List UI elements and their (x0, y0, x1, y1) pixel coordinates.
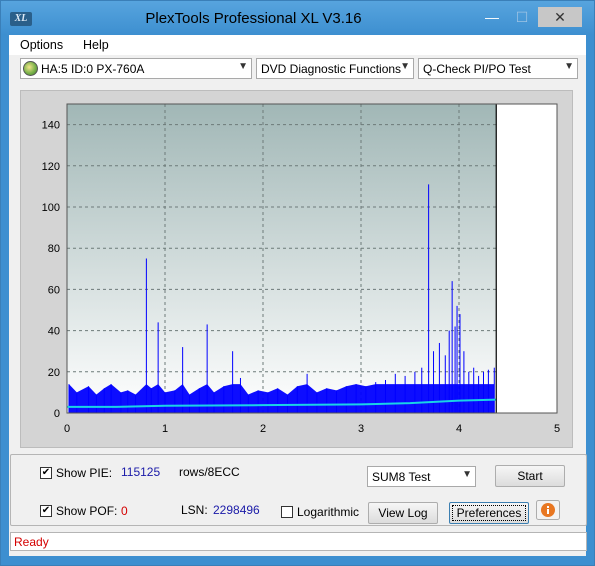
y-tick-label: 140 (42, 120, 60, 132)
x-tick-label: 5 (554, 423, 560, 435)
minimize-button[interactable]: — (477, 7, 507, 27)
preferences-button[interactable]: Preferences (449, 502, 529, 524)
chevron-down-icon: ▼ (238, 61, 248, 72)
sum-test-select[interactable]: SUM8 Test ▼ (367, 466, 476, 487)
status-text: Ready (14, 535, 49, 549)
app-window: XL PlexTools Professional XL V3.16 — ☐ ✕… (0, 0, 595, 566)
unused-region (496, 104, 557, 413)
pipo-chart: 0 1 2 3 4 5 0 20 40 60 80 100 120 140 (42, 103, 560, 435)
drive-select-value: HA:5 ID:0 PX-760A (41, 62, 145, 76)
show-pof-label: Show POF: (56, 504, 118, 518)
function-select-value: DVD Diagnostic Functions (261, 62, 402, 76)
chart-frame: 0 1 2 3 4 5 0 20 40 60 80 100 120 140 (20, 90, 573, 448)
y-tick-label: 60 (48, 284, 60, 296)
test-select-value: Q-Check PI/PO Test (423, 62, 531, 76)
chevron-down-icon: ▼ (400, 61, 410, 72)
menu-help[interactable]: Help (83, 38, 109, 52)
drive-select[interactable]: HA:5 ID:0 PX-760A ▼ (20, 58, 252, 79)
x-tick-label: 4 (456, 423, 462, 435)
test-select[interactable]: Q-Check PI/PO Test ▼ (418, 58, 578, 79)
plot-area (67, 104, 557, 413)
logarithmic-checkbox[interactable] (281, 506, 293, 518)
x-tick-label: 1 (162, 423, 168, 435)
window-title: PlexTools Professional XL V3.16 (145, 10, 362, 27)
lsn-value: 2298496 (213, 503, 260, 517)
maximize-button[interactable]: ☐ (507, 7, 537, 27)
client-area: Options Help HA:5 ID:0 PX-760A ▼ DVD Dia… (9, 35, 587, 556)
y-tick-label: 100 (42, 202, 60, 214)
x-tick-label: 0 (64, 423, 70, 435)
sum-test-value: SUM8 Test (372, 470, 431, 484)
info-button[interactable] (536, 500, 560, 520)
view-log-button[interactable]: View Log (368, 502, 438, 524)
disc-drive-icon (23, 61, 38, 76)
title-bar: XL PlexTools Professional XL V3.16 — ☐ ✕ (1, 1, 594, 35)
lsn-label: LSN: (181, 503, 208, 517)
x-tick-label: 3 (358, 423, 364, 435)
control-panel: ✔ Show PIE: 115125 rows/8ECC ✔ Show POF:… (10, 454, 587, 526)
x-tick-label: 2 (260, 423, 266, 435)
y-tick-label: 20 (48, 367, 60, 379)
show-pie-label: Show PIE: (56, 466, 113, 480)
menu-options[interactable]: Options (20, 38, 63, 52)
chevron-down-icon: ▼ (564, 61, 574, 72)
logarithmic-label: Logarithmic (297, 505, 360, 519)
y-tick-label: 0 (54, 408, 60, 420)
show-pie-checkbox[interactable]: ✔ (40, 467, 52, 479)
function-select[interactable]: DVD Diagnostic Functions ▼ (256, 58, 414, 79)
show-pof-checkbox[interactable]: ✔ (40, 505, 52, 517)
start-button[interactable]: Start (495, 465, 565, 487)
y-tick-label: 80 (48, 243, 60, 255)
y-tick-label: 120 (42, 161, 60, 173)
pof-value: 0 (121, 504, 128, 518)
pie-value: 115125 (121, 465, 161, 479)
info-icon (536, 500, 560, 520)
close-button[interactable]: ✕ (538, 7, 582, 27)
preferences-label: Preferences (451, 505, 527, 521)
rows-unit-label: rows/8ECC (179, 465, 240, 479)
chevron-down-icon: ▼ (462, 469, 472, 480)
menu-bar: Options Help (9, 35, 586, 55)
status-bar: Ready (10, 532, 587, 551)
y-tick-label: 40 (48, 326, 60, 338)
